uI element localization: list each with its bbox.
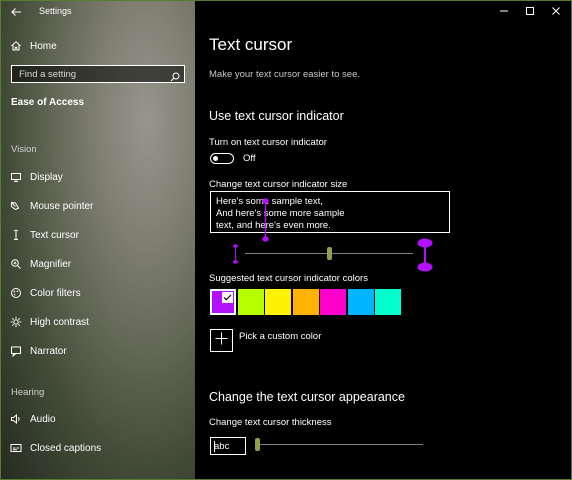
back-arrow-icon[interactable]: [9, 5, 23, 19]
closed-captions-icon: [10, 442, 22, 454]
small-indicator-icon: [233, 244, 238, 264]
main-content: Text cursor Make your text cursor easier…: [195, 1, 571, 479]
sidebar-item-label: High contrast: [30, 316, 89, 328]
indicator-toggle-label: Turn on text cursor indicator: [209, 137, 327, 148]
section-title: Ease of Access: [11, 97, 85, 108]
sidebar-item-label: Narrator: [30, 345, 67, 357]
color-swatch[interactable]: [292, 289, 319, 315]
thickness-slider[interactable]: [255, 444, 423, 445]
title-bar: Settings: [1, 1, 195, 23]
color-swatch[interactable]: [237, 289, 264, 315]
indicator-toggle[interactable]: [210, 153, 234, 164]
color-swatch[interactable]: [265, 289, 291, 315]
sidebar-item-label: Magnifier: [30, 258, 72, 270]
sample-line: text, and here's even more.: [216, 220, 331, 231]
maximize-icon: [525, 3, 535, 21]
sidebar-item-audio[interactable]: Audio: [1, 406, 195, 432]
sample-text-box: Here's some sample text, And here's some…: [210, 191, 450, 233]
color-swatch[interactable]: [347, 289, 374, 315]
audio-icon: [10, 413, 22, 425]
high-contrast-icon: [10, 316, 22, 328]
indicator-toggle-state: Off: [243, 153, 256, 164]
mouse-pointer-icon: [10, 200, 22, 212]
home-icon: [10, 40, 22, 52]
narrator-icon: [10, 345, 22, 357]
custom-color-button[interactable]: [210, 329, 233, 352]
cursor-indicator-preview: [262, 198, 269, 242]
thickness-label: Change text cursor thickness: [209, 417, 332, 428]
indicator-section-heading: Use text cursor indicator: [209, 109, 344, 123]
color-filters-icon: [10, 287, 22, 299]
sample-line: And here's some more sample: [216, 208, 345, 219]
indicator-size-slider-thumb[interactable]: [326, 247, 332, 260]
plus-icon: [215, 332, 228, 350]
color-swatch[interactable]: [320, 289, 346, 315]
custom-color-label: Pick a custom color: [239, 331, 322, 342]
sidebar-item-closed-captions[interactable]: Closed captions: [1, 435, 195, 461]
sidebar-item-color-filters[interactable]: Color filters: [1, 280, 195, 306]
color-swatch[interactable]: [375, 289, 401, 315]
sidebar-item-display[interactable]: Display: [1, 164, 195, 190]
sample-line: Here's some sample text,: [216, 196, 323, 207]
checkmark-icon: [222, 292, 233, 303]
sidebar-item-narrator[interactable]: Narrator: [1, 338, 195, 364]
indicator-size-label: Change text cursor indicator size: [209, 179, 348, 190]
minimize-icon: [499, 3, 509, 21]
sidebar-item-label: Closed captions: [30, 442, 102, 454]
large-indicator-icon: [417, 238, 433, 272]
sidebar-item-mouse-pointer[interactable]: Mouse pointer: [1, 193, 195, 219]
settings-window: Settings Home Find a setting Ease of Acc…: [0, 0, 572, 480]
sidebar-item-magnifier[interactable]: Magnifier: [1, 251, 195, 277]
text-caret: [214, 441, 215, 452]
group-header-hearing: Hearing: [11, 387, 45, 398]
sidebar-item-label: Text cursor: [30, 229, 79, 241]
page-title: Text cursor: [209, 35, 293, 54]
indicator-colors-label: Suggested text cursor indicator colors: [209, 273, 368, 284]
thickness-preview: abc: [210, 437, 246, 455]
sidebar-item-high-contrast[interactable]: High contrast: [1, 309, 195, 335]
close-icon: [551, 3, 561, 21]
thickness-slider-thumb[interactable]: [255, 438, 260, 451]
app-title: Settings: [39, 6, 72, 16]
page-subtitle: Make your text cursor easier to see.: [209, 69, 361, 80]
search-icon[interactable]: [170, 69, 180, 82]
sidebar-item-text-cursor[interactable]: Text cursor: [1, 222, 195, 248]
search-placeholder: Find a setting: [19, 69, 77, 80]
nav-home-label: Home: [30, 40, 57, 52]
sidebar-item-label: Mouse pointer: [30, 200, 94, 212]
appearance-section-heading: Change the text cursor appearance: [209, 390, 405, 404]
text-cursor-icon: [10, 229, 22, 241]
close-button[interactable]: [539, 1, 571, 23]
sidebar-item-label: Audio: [30, 413, 56, 425]
sidebar-item-label: Color filters: [30, 287, 81, 299]
search-input[interactable]: Find a setting: [11, 65, 185, 83]
color-swatch[interactable]: [210, 289, 236, 315]
preview-text: abc: [214, 441, 230, 452]
sidebar: Settings Home Find a setting Ease of Acc…: [1, 1, 195, 479]
magnifier-icon: [10, 258, 22, 270]
nav-home[interactable]: Home: [1, 33, 195, 59]
sidebar-item-label: Display: [30, 171, 63, 183]
group-header-vision: Vision: [11, 144, 37, 155]
display-icon: [10, 171, 22, 183]
